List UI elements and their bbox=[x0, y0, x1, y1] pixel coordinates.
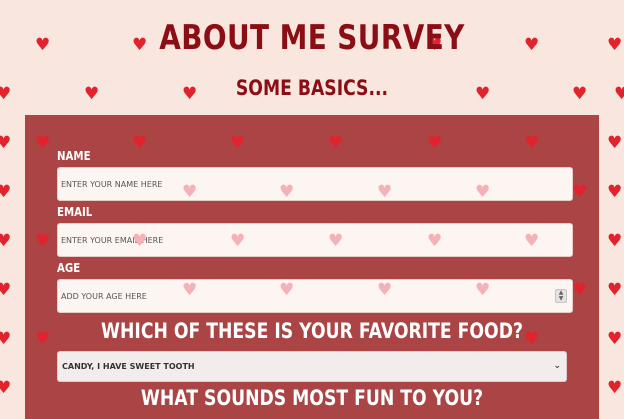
section-subtitle: SOME BASICS... bbox=[235, 76, 389, 100]
age-input[interactable] bbox=[57, 279, 573, 313]
heart-icon: ♥ bbox=[607, 133, 623, 153]
name-label: NAME bbox=[57, 149, 91, 163]
heart-icon: ♥ bbox=[614, 84, 624, 104]
favorite-food-select[interactable]: CANDY, I HAVE SWEET TOOTH ⌄ bbox=[57, 351, 567, 382]
heart-icon: ♥ bbox=[0, 280, 12, 300]
chevron-down-icon: ⌄ bbox=[553, 361, 561, 371]
age-label: AGE bbox=[57, 261, 81, 275]
heart-icon: ♥ bbox=[0, 133, 12, 153]
heart-icon: ♥ bbox=[0, 182, 12, 202]
heart-icon: ♥ bbox=[607, 329, 623, 349]
heart-icon: ♥ bbox=[607, 35, 623, 55]
heart-icon: ♥ bbox=[607, 378, 623, 398]
heart-icon: ♥ bbox=[0, 231, 12, 251]
heart-icon: ♥ bbox=[35, 35, 51, 55]
page-title: ABOUT ME SURVEY bbox=[159, 18, 465, 58]
email-input[interactable] bbox=[57, 223, 573, 257]
favorite-food-question: WHICH OF THESE IS YOUR FAVORITE FOOD? bbox=[101, 319, 523, 343]
select-value: CANDY, I HAVE SWEET TOOTH bbox=[62, 362, 195, 371]
heart-icon: ♥ bbox=[0, 84, 12, 104]
name-input[interactable] bbox=[57, 167, 573, 201]
stepper-down-icon[interactable]: ▼ bbox=[556, 296, 566, 302]
heart-icon: ♥ bbox=[607, 280, 623, 300]
heart-icon: ♥ bbox=[607, 231, 623, 251]
heart-icon: ♥ bbox=[0, 329, 12, 349]
heart-icon: ♥ bbox=[572, 84, 588, 104]
email-label: EMAIL bbox=[57, 205, 93, 219]
fun-activity-question: WHAT SOUNDS MOST FUN TO YOU? bbox=[140, 386, 484, 410]
heart-icon: ♥ bbox=[607, 182, 623, 202]
heart-icon: ♥ bbox=[0, 378, 12, 398]
age-stepper[interactable]: ▲ ▼ bbox=[555, 289, 567, 303]
